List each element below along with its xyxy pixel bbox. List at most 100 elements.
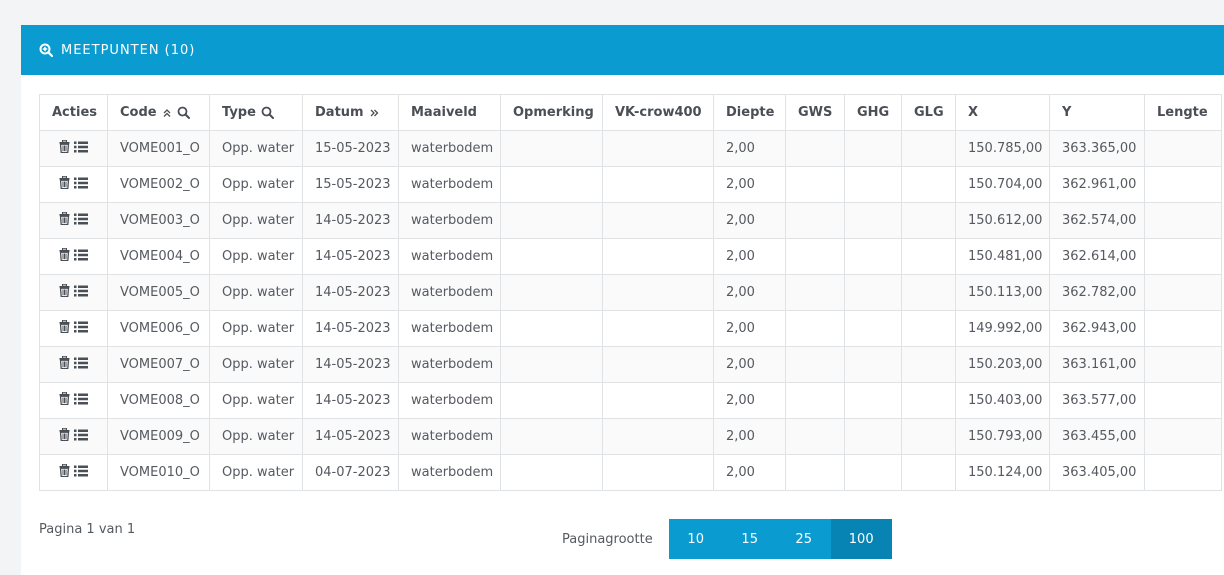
cell-maaiveld: waterbodem (398, 346, 501, 383)
page-size-button-15[interactable]: 15 (722, 519, 777, 559)
col-y: Y (1049, 94, 1145, 131)
cell-y: 363.455,00 (1049, 418, 1145, 455)
cell-gws (785, 274, 845, 311)
col-vk-crow400: VK-crow400 (602, 94, 714, 131)
list-icon[interactable] (74, 177, 88, 189)
list-icon[interactable] (74, 429, 88, 441)
list-icon[interactable] (74, 321, 88, 333)
search-icon[interactable] (261, 106, 274, 119)
table-row[interactable]: VOME010_O Opp. water 04-07-2023 waterbodem 2… (39, 454, 1222, 491)
cell-opmerking (500, 130, 603, 167)
cell-ghg (844, 418, 902, 455)
col-code[interactable]: Code (107, 94, 210, 131)
cell-y: 363.405,00 (1049, 454, 1145, 491)
trash-icon[interactable] (59, 248, 70, 261)
cell-vk-crow400 (602, 382, 714, 419)
cell-maaiveld: waterbodem (398, 418, 501, 455)
cell-gws (785, 130, 845, 167)
col-maaiveld: Maaiveld (398, 94, 501, 131)
cell-y: 362.614,00 (1049, 238, 1145, 275)
cell-code: VOME006_O (107, 310, 210, 347)
page-size-button-25[interactable]: 25 (776, 519, 831, 559)
cell-y: 362.574,00 (1049, 202, 1145, 239)
table-row[interactable]: VOME005_O Opp. water 14-05-2023 waterbodem 2… (39, 274, 1222, 311)
cell-glg (901, 454, 956, 491)
cell-ghg (844, 382, 902, 419)
cell-glg (901, 202, 956, 239)
meetpunten-table: Acties Code Type Datum Maaiveld Opmerkin… (39, 94, 1222, 491)
cell-lengte (1144, 166, 1222, 203)
cell-ghg (844, 130, 902, 167)
cell-code: VOME010_O (107, 454, 210, 491)
col-datum[interactable]: Datum (302, 94, 399, 131)
cell-acties (39, 202, 108, 239)
cell-gws (785, 166, 845, 203)
list-icon[interactable] (74, 393, 88, 405)
list-icon[interactable] (74, 249, 88, 261)
table-row[interactable]: VOME007_O Opp. water 14-05-2023 waterbodem 2… (39, 346, 1222, 383)
cell-vk-crow400 (602, 346, 714, 383)
cell-type: Opp. water (209, 130, 303, 167)
cell-y: 362.782,00 (1049, 274, 1145, 311)
cell-opmerking (500, 346, 603, 383)
table-row[interactable]: VOME004_O Opp. water 14-05-2023 waterbodem 2… (39, 238, 1222, 275)
cell-acties (39, 382, 108, 419)
cell-diepte: 2,00 (713, 346, 786, 383)
trash-icon[interactable] (59, 320, 70, 333)
cell-datum: 14-05-2023 (302, 346, 399, 383)
page-size-button-10[interactable]: 10 (668, 519, 723, 559)
cell-maaiveld: waterbodem (398, 202, 501, 239)
trash-icon[interactable] (59, 392, 70, 405)
cell-diepte: 2,00 (713, 202, 786, 239)
cell-datum: 14-05-2023 (302, 274, 399, 311)
list-icon[interactable] (74, 285, 88, 297)
cell-datum: 15-05-2023 (302, 130, 399, 167)
cell-ghg (844, 310, 902, 347)
page-size-buttons: 10 15 25 100 (668, 519, 892, 559)
cell-ghg (844, 202, 902, 239)
page-size-button-100[interactable]: 100 (830, 519, 892, 559)
cell-code: VOME002_O (107, 166, 210, 203)
table-row[interactable]: VOME006_O Opp. water 14-05-2023 waterbodem 2… (39, 310, 1222, 347)
table-row[interactable]: VOME009_O Opp. water 14-05-2023 waterbodem 2… (39, 418, 1222, 455)
list-icon[interactable] (74, 213, 88, 225)
cell-gws (785, 418, 845, 455)
list-icon[interactable] (74, 357, 88, 369)
cell-datum: 04-07-2023 (302, 454, 399, 491)
table-body: VOME001_O Opp. water 15-05-2023 waterbodem 2… (39, 130, 1222, 491)
trash-icon[interactable] (59, 356, 70, 369)
cell-acties (39, 310, 108, 347)
cell-maaiveld: waterbodem (398, 274, 501, 311)
table-row[interactable]: VOME002_O Opp. water 15-05-2023 waterbodem 2… (39, 166, 1222, 203)
page-size-selector: Paginagrootte 10 15 25 100 (562, 519, 892, 559)
table-row[interactable]: VOME001_O Opp. water 15-05-2023 waterbodem 2… (39, 130, 1222, 167)
sort-asc-icon[interactable] (162, 108, 172, 118)
cell-code: VOME008_O (107, 382, 210, 419)
cell-maaiveld: waterbodem (398, 238, 501, 275)
cell-gws (785, 346, 845, 383)
trash-icon[interactable] (59, 176, 70, 189)
trash-icon[interactable] (59, 428, 70, 441)
cell-code: VOME004_O (107, 238, 210, 275)
col-type[interactable]: Type (209, 94, 303, 131)
col-x: X (955, 94, 1050, 131)
col-acties: Acties (39, 94, 108, 131)
search-icon[interactable] (177, 106, 190, 119)
trash-icon[interactable] (59, 284, 70, 297)
panel-header: MEETPUNTEN (10) (21, 25, 1224, 75)
cell-code: VOME003_O (107, 202, 210, 239)
cell-diepte: 2,00 (713, 418, 786, 455)
list-icon[interactable] (74, 141, 88, 153)
table-row[interactable]: VOME003_O Opp. water 14-05-2023 waterbodem 2… (39, 202, 1222, 239)
trash-icon[interactable] (59, 140, 70, 153)
col-opmerking: Opmerking (500, 94, 603, 131)
cell-maaiveld: waterbodem (398, 454, 501, 491)
trash-icon[interactable] (59, 212, 70, 225)
list-icon[interactable] (74, 465, 88, 477)
table-row[interactable]: VOME008_O Opp. water 14-05-2023 waterbodem 2… (39, 382, 1222, 419)
trash-icon[interactable] (59, 464, 70, 477)
cell-diepte: 2,00 (713, 238, 786, 275)
cell-opmerking (500, 202, 603, 239)
table-container: Acties Code Type Datum Maaiveld Opmerkin… (39, 94, 1224, 491)
double-chevron-right-icon[interactable] (369, 108, 379, 118)
